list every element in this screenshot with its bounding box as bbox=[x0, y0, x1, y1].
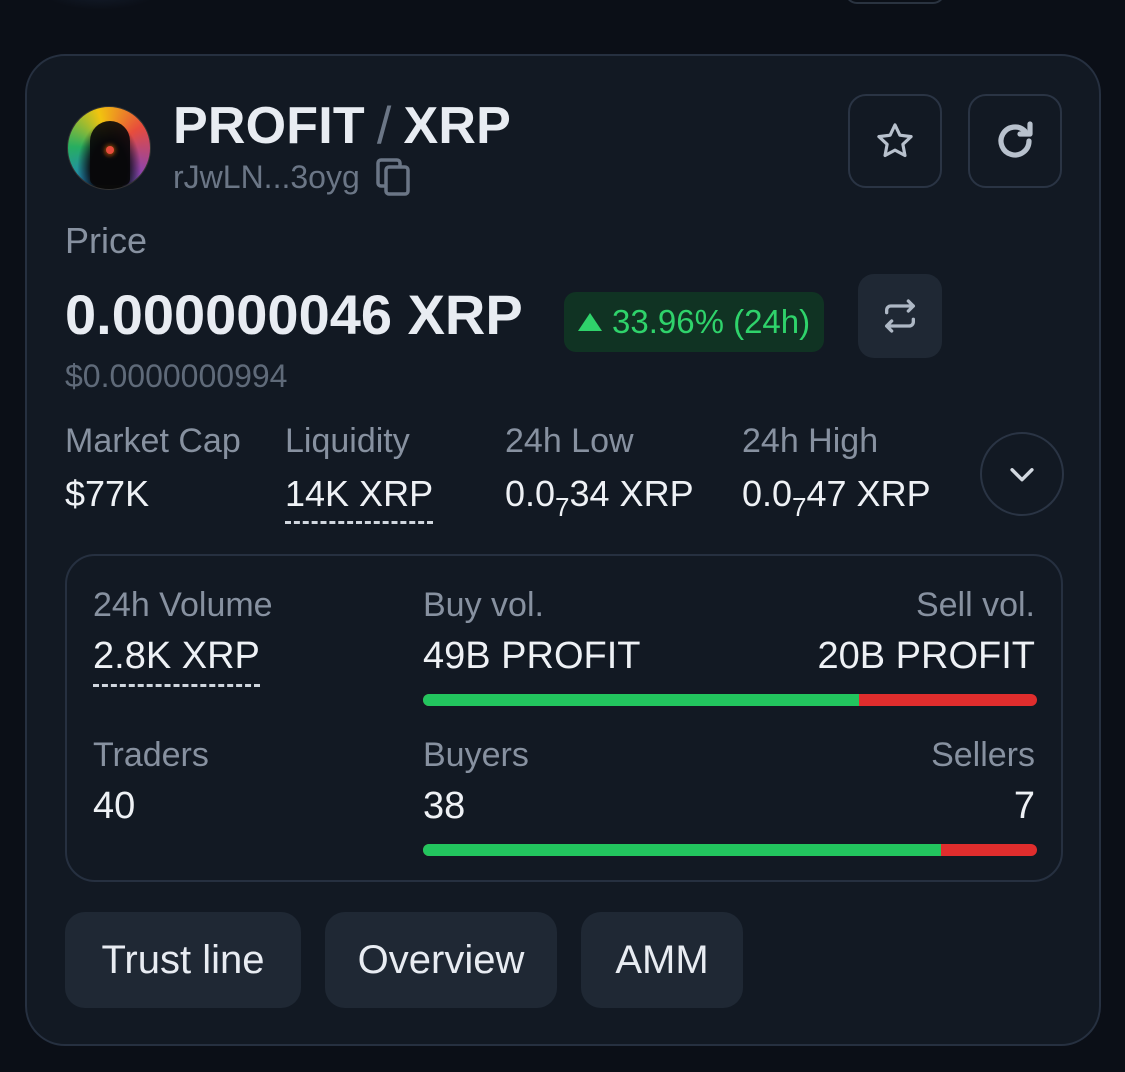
buyers-label: Buyers bbox=[423, 736, 529, 774]
low-24h-label: 24h Low bbox=[505, 422, 634, 460]
high-24h-value: 0.0747 XRP bbox=[742, 473, 931, 522]
star-icon bbox=[877, 123, 913, 158]
usd-price: $0.0000000994 bbox=[65, 358, 288, 394]
swap-arrows-icon bbox=[885, 299, 915, 333]
sell-vol-stat: Sell vol. 20B PROFIT bbox=[818, 586, 1036, 678]
market-cap-label: Market Cap bbox=[65, 422, 241, 460]
buyers-value: 38 bbox=[423, 785, 466, 827]
buyers-fill bbox=[423, 844, 942, 856]
price-change-badge: 33.96% (24h) bbox=[564, 292, 825, 352]
traders-label: Traders bbox=[93, 736, 209, 774]
liquidity-value[interactable]: 14K XRP bbox=[285, 473, 434, 524]
low-24h-value: 0.0734 XRP bbox=[505, 473, 694, 522]
favorite-button[interactable] bbox=[848, 94, 942, 188]
sellers-value: 7 bbox=[1013, 785, 1035, 827]
market-cap-value: $77K bbox=[65, 473, 150, 514]
traders-value: 40 bbox=[93, 785, 136, 827]
refresh-button[interactable] bbox=[968, 94, 1062, 188]
address-text: rJwLN...3oyg bbox=[173, 158, 360, 195]
tab-trust-line[interactable]: Trust line bbox=[65, 912, 301, 1008]
token-pair-title: PROFIT / XRP bbox=[173, 96, 511, 156]
volume-24h-stat: 24h Volume 2.8K XRP bbox=[93, 586, 273, 687]
buy-vol-label: Buy vol. bbox=[423, 586, 544, 624]
buy-volume-fill bbox=[423, 694, 859, 706]
sell-vol-value: 20B PROFIT bbox=[817, 635, 1036, 677]
buy-vol-stat: Buy vol. 49B PROFIT bbox=[423, 586, 641, 678]
pair-separator: / bbox=[376, 97, 392, 155]
price-change-text: 33.96% (24h) bbox=[612, 303, 811, 340]
volume-24h-value[interactable]: 2.8K XRP bbox=[93, 635, 260, 687]
low-24h-stat: 24h Low 0.0734 XRP bbox=[505, 422, 694, 523]
market-cap-stat: Market Cap $77K bbox=[65, 422, 241, 515]
quote-symbol: XRP bbox=[403, 97, 512, 155]
token-avatar bbox=[67, 106, 151, 190]
price-value: 0.000000046 XRP bbox=[65, 283, 523, 346]
volume-24h-label: 24h Volume bbox=[93, 586, 273, 624]
token-address: rJwLN...3oyg bbox=[173, 158, 410, 196]
sellers-stat: Sellers 7 bbox=[931, 736, 1035, 828]
price-label: Price bbox=[65, 220, 148, 261]
buy-vol-value: 49B PROFIT bbox=[423, 635, 641, 677]
swap-pair-button[interactable] bbox=[858, 274, 942, 358]
high-24h-stat: 24h High 0.0747 XRP bbox=[742, 422, 931, 523]
volume-panel: 24h Volume 2.8K XRP Buy vol. 49B PROFIT … bbox=[65, 554, 1063, 882]
buyers-stat: Buyers 38 bbox=[423, 736, 529, 828]
base-symbol: PROFIT bbox=[173, 97, 365, 155]
top-partial-button[interactable] bbox=[845, 0, 945, 4]
buyers-sellers-bar bbox=[423, 844, 1037, 856]
tab-overview[interactable]: Overview bbox=[325, 912, 557, 1008]
chevron-down-icon bbox=[1010, 468, 1034, 482]
high-24h-label: 24h High bbox=[742, 422, 879, 460]
buy-sell-volume-bar bbox=[423, 694, 1037, 706]
up-triangle-icon bbox=[578, 313, 602, 331]
sell-vol-label: Sell vol. bbox=[915, 586, 1035, 624]
liquidity-stat: Liquidity 14K XRP bbox=[285, 422, 434, 524]
liquidity-label: Liquidity bbox=[285, 422, 410, 460]
expand-stats-button[interactable] bbox=[980, 432, 1064, 516]
copy-icon[interactable] bbox=[375, 158, 410, 196]
refresh-icon bbox=[998, 121, 1033, 158]
tab-amm[interactable]: AMM bbox=[581, 912, 743, 1008]
top-glow-decoration bbox=[40, 0, 160, 10]
sellers-label: Sellers bbox=[931, 736, 1035, 774]
token-card: PROFIT / XRP rJwLN...3oyg Price 0.00000004… bbox=[25, 54, 1101, 1046]
traders-stat: Traders 40 bbox=[93, 736, 209, 828]
